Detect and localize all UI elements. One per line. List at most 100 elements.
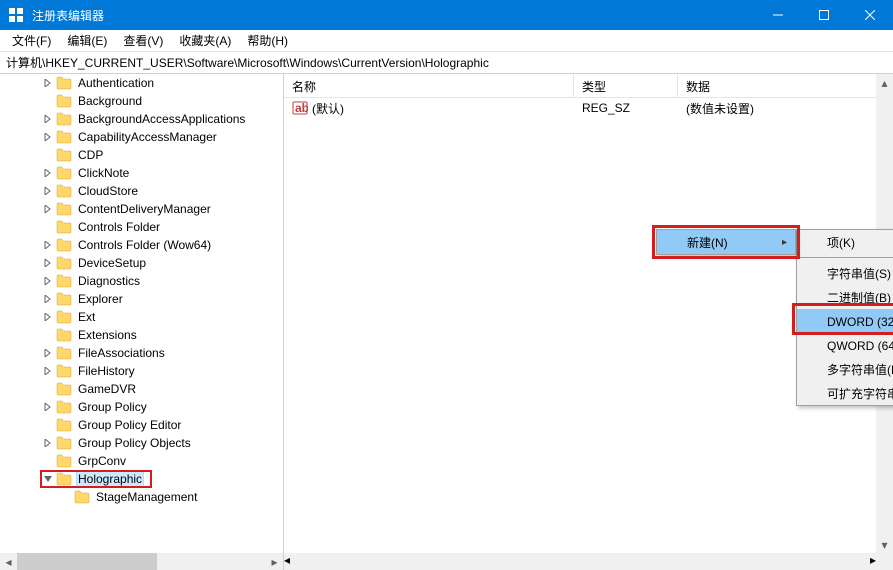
expand-icon[interactable] xyxy=(40,439,56,447)
tree-node[interactable]: Group Policy Editor xyxy=(0,416,283,434)
tree-horizontal-scrollbar[interactable]: ◂ ▸ xyxy=(0,553,283,570)
tree-node[interactable]: Authentication xyxy=(0,74,283,92)
titlebar: 注册表编辑器 xyxy=(0,0,893,30)
context-new-key[interactable]: 项(K) xyxy=(797,230,893,254)
tree-node[interactable]: Group Policy Objects xyxy=(0,434,283,452)
folder-icon xyxy=(74,490,90,504)
collapse-icon[interactable] xyxy=(40,475,56,483)
values-panel: 名称 类型 数据 ab (默认) REG_SZ (数值未设置) 新建(N) ▸ … xyxy=(284,74,893,570)
tree-node[interactable]: Group Policy xyxy=(0,398,283,416)
context-menu: 新建(N) ▸ xyxy=(656,229,796,255)
tree-node[interactable]: GameDVR xyxy=(0,380,283,398)
address-bar[interactable]: 计算机\HKEY_CURRENT_USER\Software\Microsoft… xyxy=(0,52,893,74)
expand-icon[interactable] xyxy=(40,259,56,267)
expand-icon[interactable] xyxy=(40,241,56,249)
window-title: 注册表编辑器 xyxy=(32,7,755,24)
context-new[interactable]: 新建(N) ▸ xyxy=(657,230,795,254)
tree-node[interactable]: ContentDeliveryManager xyxy=(0,200,283,218)
folder-icon xyxy=(56,184,72,198)
expand-icon[interactable] xyxy=(40,277,56,285)
column-name[interactable]: 名称 xyxy=(284,74,574,97)
folder-icon xyxy=(56,274,72,288)
expand-icon[interactable] xyxy=(40,79,56,87)
context-new-multi[interactable]: 多字符串值(M) xyxy=(797,357,893,381)
value-name: (默认) xyxy=(312,100,574,117)
folder-icon xyxy=(56,346,72,360)
folder-icon xyxy=(56,328,72,342)
context-submenu: 项(K) 字符串值(S) 二进制值(B) DWORD (32 位)值(D) QW… xyxy=(796,229,893,406)
tree-node-label: Group Policy xyxy=(76,400,149,414)
value-row[interactable]: ab (默认) REG_SZ (数值未设置) xyxy=(284,98,893,118)
tree-node[interactable]: CapabilityAccessManager xyxy=(0,128,283,146)
submenu-arrow-icon: ▸ xyxy=(782,237,787,248)
menubar: 文件(F) 编辑(E) 查看(V) 收藏夹(A) 帮助(H) xyxy=(0,30,893,52)
tree-node-label: Controls Folder (Wow64) xyxy=(76,238,213,252)
tree-node[interactable]: BackgroundAccessApplications xyxy=(0,110,283,128)
expand-icon[interactable] xyxy=(40,133,56,141)
scroll-up-icon[interactable]: ▴ xyxy=(876,74,893,91)
expand-icon[interactable] xyxy=(40,187,56,195)
tree-node[interactable]: Diagnostics xyxy=(0,272,283,290)
tree-node[interactable]: CloudStore xyxy=(0,182,283,200)
tree-node[interactable]: ClickNote xyxy=(0,164,283,182)
maximize-button[interactable] xyxy=(801,0,847,30)
tree-node[interactable]: Background xyxy=(0,92,283,110)
tree-node[interactable]: Ext xyxy=(0,308,283,326)
tree-node[interactable]: Extensions xyxy=(0,326,283,344)
context-new-expand[interactable]: 可扩充字符串值(E) xyxy=(797,381,893,405)
tree-node-label: FileAssociations xyxy=(76,346,167,360)
scroll-right-icon[interactable]: ▸ xyxy=(266,553,283,570)
folder-icon xyxy=(56,112,72,126)
context-new-qword[interactable]: QWORD (64 位)值(Q) xyxy=(797,333,893,357)
tree-node-label: Controls Folder xyxy=(76,220,162,234)
tree-node[interactable]: Controls Folder xyxy=(0,218,283,236)
folder-icon xyxy=(56,292,72,306)
expand-icon[interactable] xyxy=(40,295,56,303)
column-data[interactable]: 数据 xyxy=(678,74,893,97)
tree-node-label: BackgroundAccessApplications xyxy=(76,112,247,126)
tree-node-label: Group Policy Objects xyxy=(76,436,193,450)
folder-icon xyxy=(56,220,72,234)
menu-favorites[interactable]: 收藏夹(A) xyxy=(171,30,239,51)
tree-node-label: ClickNote xyxy=(76,166,131,180)
context-new-binary[interactable]: 二进制值(B) xyxy=(797,285,893,309)
scrollbar-thumb[interactable] xyxy=(17,553,157,570)
context-new-string[interactable]: 字符串值(S) xyxy=(797,261,893,285)
close-button[interactable] xyxy=(847,0,893,30)
menu-file[interactable]: 文件(F) xyxy=(4,30,59,51)
tree-node[interactable]: Explorer xyxy=(0,290,283,308)
expand-icon[interactable] xyxy=(40,367,56,375)
tree-node[interactable]: DeviceSetup xyxy=(0,254,283,272)
tree-node[interactable]: CDP xyxy=(0,146,283,164)
tree-node[interactable]: StageManagement xyxy=(0,488,283,506)
expand-icon[interactable] xyxy=(40,169,56,177)
scroll-down-icon[interactable]: ▾ xyxy=(876,536,893,553)
tree-node[interactable]: FileHistory xyxy=(0,362,283,380)
tree-node[interactable]: Controls Folder (Wow64) xyxy=(0,236,283,254)
column-headers: 名称 类型 数据 xyxy=(284,74,893,98)
expand-icon[interactable] xyxy=(40,205,56,213)
tree-node[interactable]: Holographic xyxy=(0,470,283,488)
tree-node[interactable]: GrpConv xyxy=(0,452,283,470)
expand-icon[interactable] xyxy=(40,115,56,123)
scroll-left-icon[interactable]: ◂ xyxy=(0,553,17,570)
tree-node[interactable]: FileAssociations xyxy=(0,344,283,362)
context-new-dword[interactable]: DWORD (32 位)值(D) xyxy=(797,309,893,333)
tree-node-label: CapabilityAccessManager xyxy=(76,130,219,144)
menu-help[interactable]: 帮助(H) xyxy=(239,30,296,51)
expand-icon[interactable] xyxy=(40,349,56,357)
menu-view[interactable]: 查看(V) xyxy=(115,30,171,51)
minimize-button[interactable] xyxy=(755,0,801,30)
expand-icon[interactable] xyxy=(40,313,56,321)
menu-edit[interactable]: 编辑(E) xyxy=(59,30,115,51)
context-new-label: 新建(N) xyxy=(687,234,728,251)
expand-icon[interactable] xyxy=(40,403,56,411)
values-horizontal-scrollbar[interactable]: ◂ ▸ xyxy=(284,553,876,570)
tree-node-label: StageManagement xyxy=(94,490,199,504)
tree-node-label: ContentDeliveryManager xyxy=(76,202,213,216)
reg-string-icon: ab xyxy=(292,100,308,116)
column-type[interactable]: 类型 xyxy=(574,74,678,97)
tree-node-label: FileHistory xyxy=(76,364,137,378)
tree-node-label: GameDVR xyxy=(76,382,138,396)
tree-node-label: Holographic xyxy=(76,471,144,487)
